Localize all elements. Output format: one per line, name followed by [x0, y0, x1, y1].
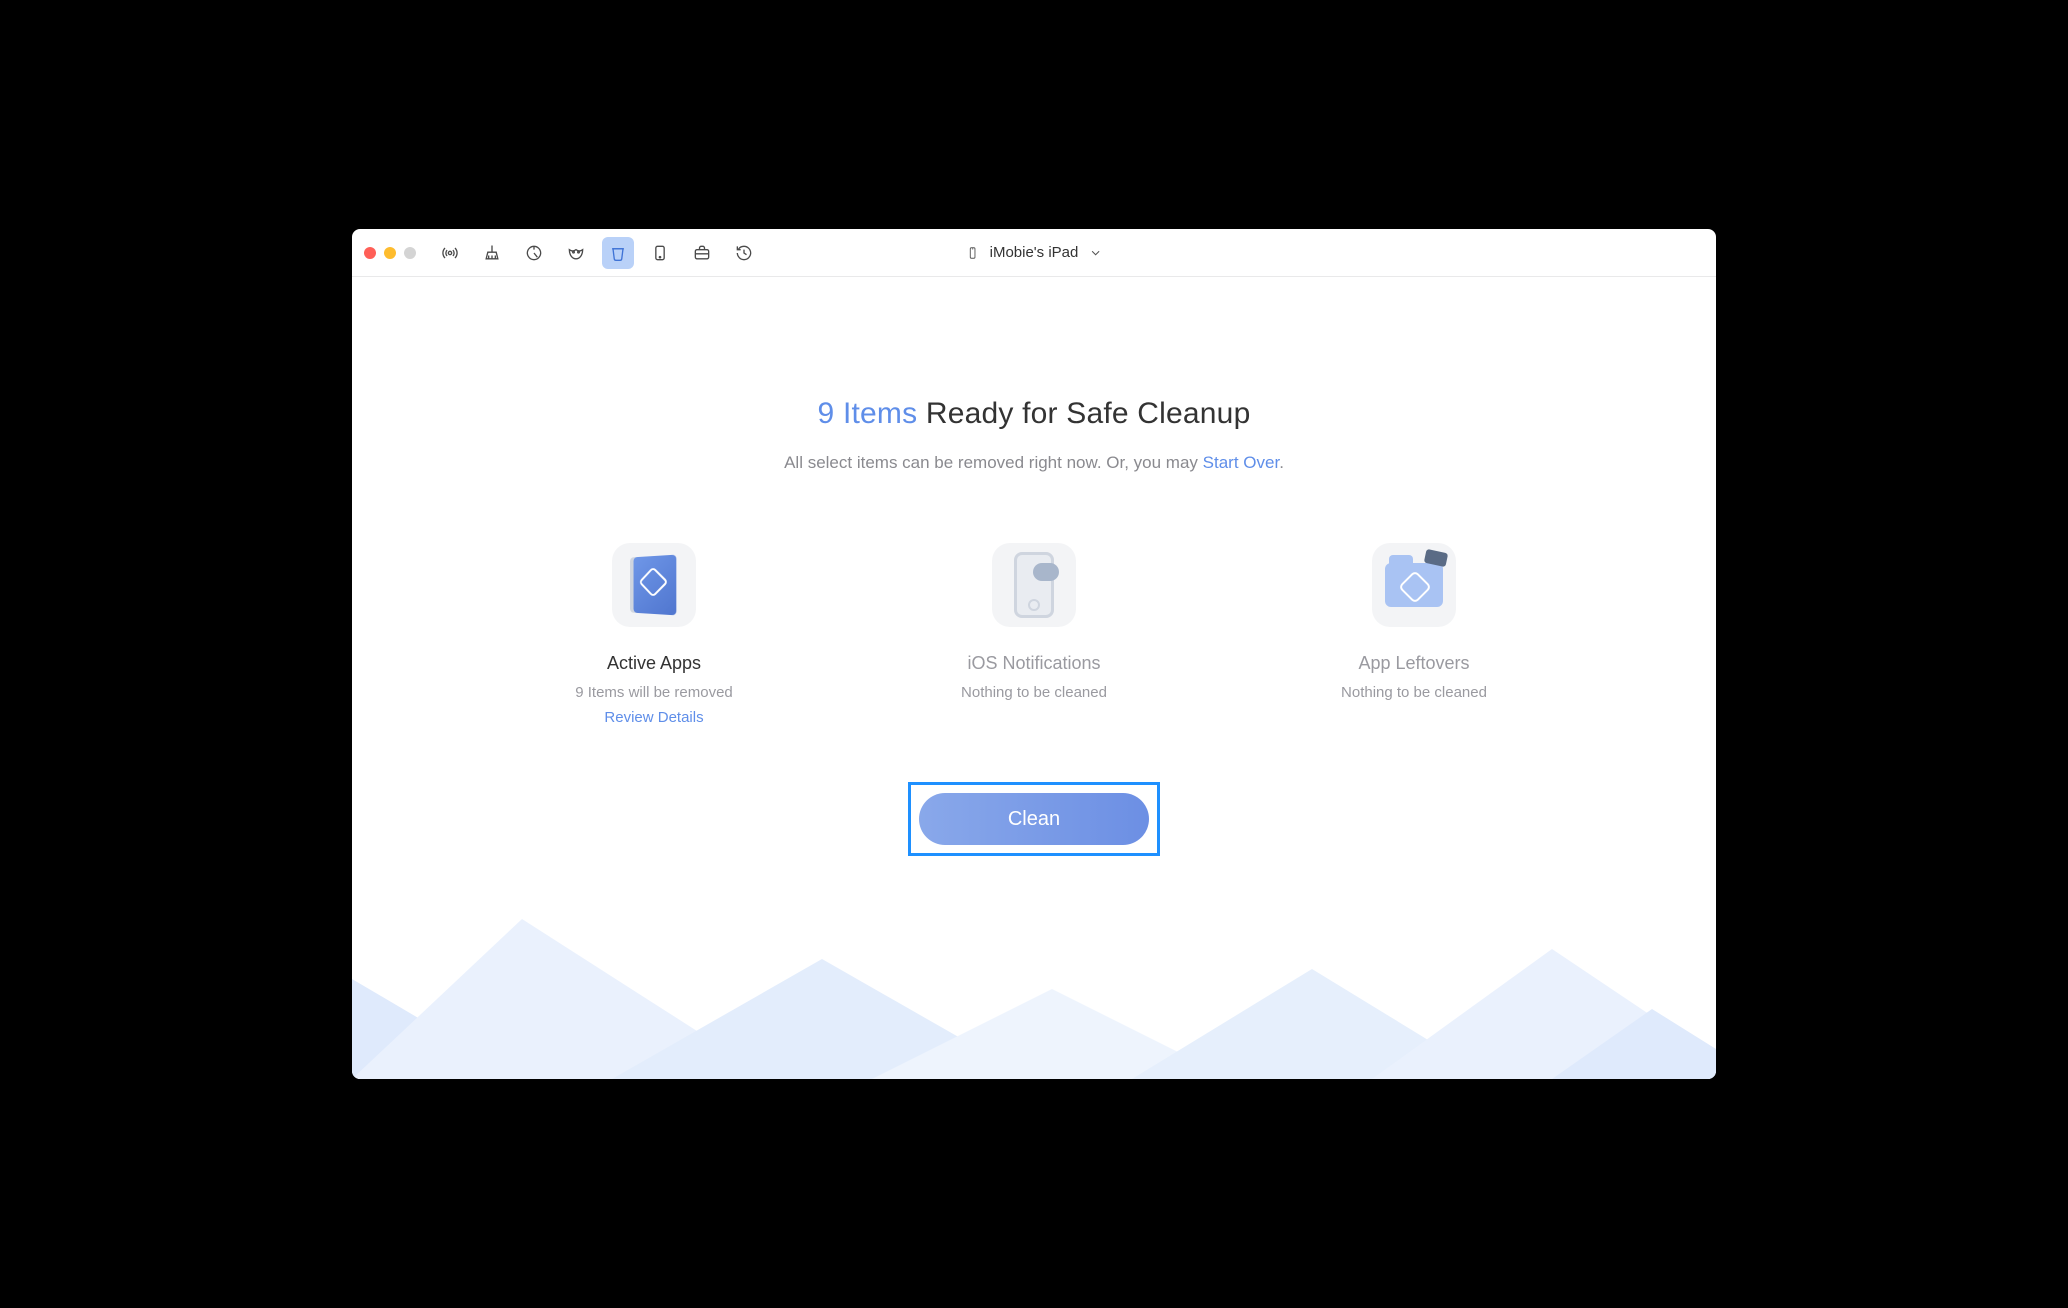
decorative-mountains — [352, 919, 1716, 1079]
subheadline: All select items can be removed right no… — [784, 453, 1284, 473]
ios-notifications-icon — [992, 543, 1076, 627]
card-subtitle: Nothing to be cleaned — [1341, 684, 1487, 701]
headline-rest: Ready for Safe Cleanup — [917, 397, 1250, 430]
maximize-window-button[interactable] — [404, 247, 416, 259]
clean-button[interactable]: Clean — [919, 793, 1149, 845]
active-apps-icon — [612, 543, 696, 627]
card-app-leftovers: App Leftovers Nothing to be cleaned — [1304, 543, 1524, 726]
subheadline-tail: . — [1279, 453, 1284, 472]
circle-slash-icon[interactable] — [518, 237, 550, 269]
device-name: iMobie's iPad — [990, 244, 1079, 261]
clean-button-highlight: Clean — [908, 782, 1160, 856]
broom-icon[interactable] — [476, 237, 508, 269]
device-selector[interactable]: iMobie's iPad — [966, 244, 1103, 262]
app-leftovers-icon — [1372, 543, 1456, 627]
category-cards: Active Apps 9 Items will be removed Revi… — [544, 543, 1524, 726]
app-window: iMobie's iPad 9 Items Ready for Safe Cle… — [352, 229, 1716, 1079]
review-details-link[interactable]: Review Details — [604, 709, 703, 726]
briefcase-icon[interactable] — [686, 237, 718, 269]
card-title: App Leftovers — [1358, 653, 1469, 674]
window-controls — [364, 247, 416, 259]
headline: 9 Items Ready for Safe Cleanup — [818, 397, 1251, 431]
card-title: iOS Notifications — [967, 653, 1100, 674]
headline-count: 9 Items — [818, 397, 918, 430]
trash-icon[interactable] — [602, 237, 634, 269]
card-active-apps: Active Apps 9 Items will be removed Revi… — [544, 543, 764, 726]
toolbar: iMobie's iPad — [352, 229, 1716, 277]
device-icon — [966, 244, 980, 262]
main-content: 9 Items Ready for Safe Cleanup All selec… — [352, 277, 1716, 1079]
antenna-icon[interactable] — [434, 237, 466, 269]
tablet-icon[interactable] — [644, 237, 676, 269]
card-subtitle: Nothing to be cleaned — [961, 684, 1107, 701]
start-over-link[interactable]: Start Over — [1203, 453, 1280, 472]
card-subtitle: 9 Items will be removed — [575, 684, 733, 701]
subheadline-text: All select items can be removed right no… — [784, 453, 1203, 472]
history-icon[interactable] — [728, 237, 760, 269]
card-ios-notifications: iOS Notifications Nothing to be cleaned — [924, 543, 1144, 726]
toolbar-icons — [434, 237, 760, 269]
chevron-down-icon — [1088, 244, 1102, 262]
card-title: Active Apps — [607, 653, 701, 674]
minimize-window-button[interactable] — [384, 247, 396, 259]
close-window-button[interactable] — [364, 247, 376, 259]
mask-icon[interactable] — [560, 237, 592, 269]
